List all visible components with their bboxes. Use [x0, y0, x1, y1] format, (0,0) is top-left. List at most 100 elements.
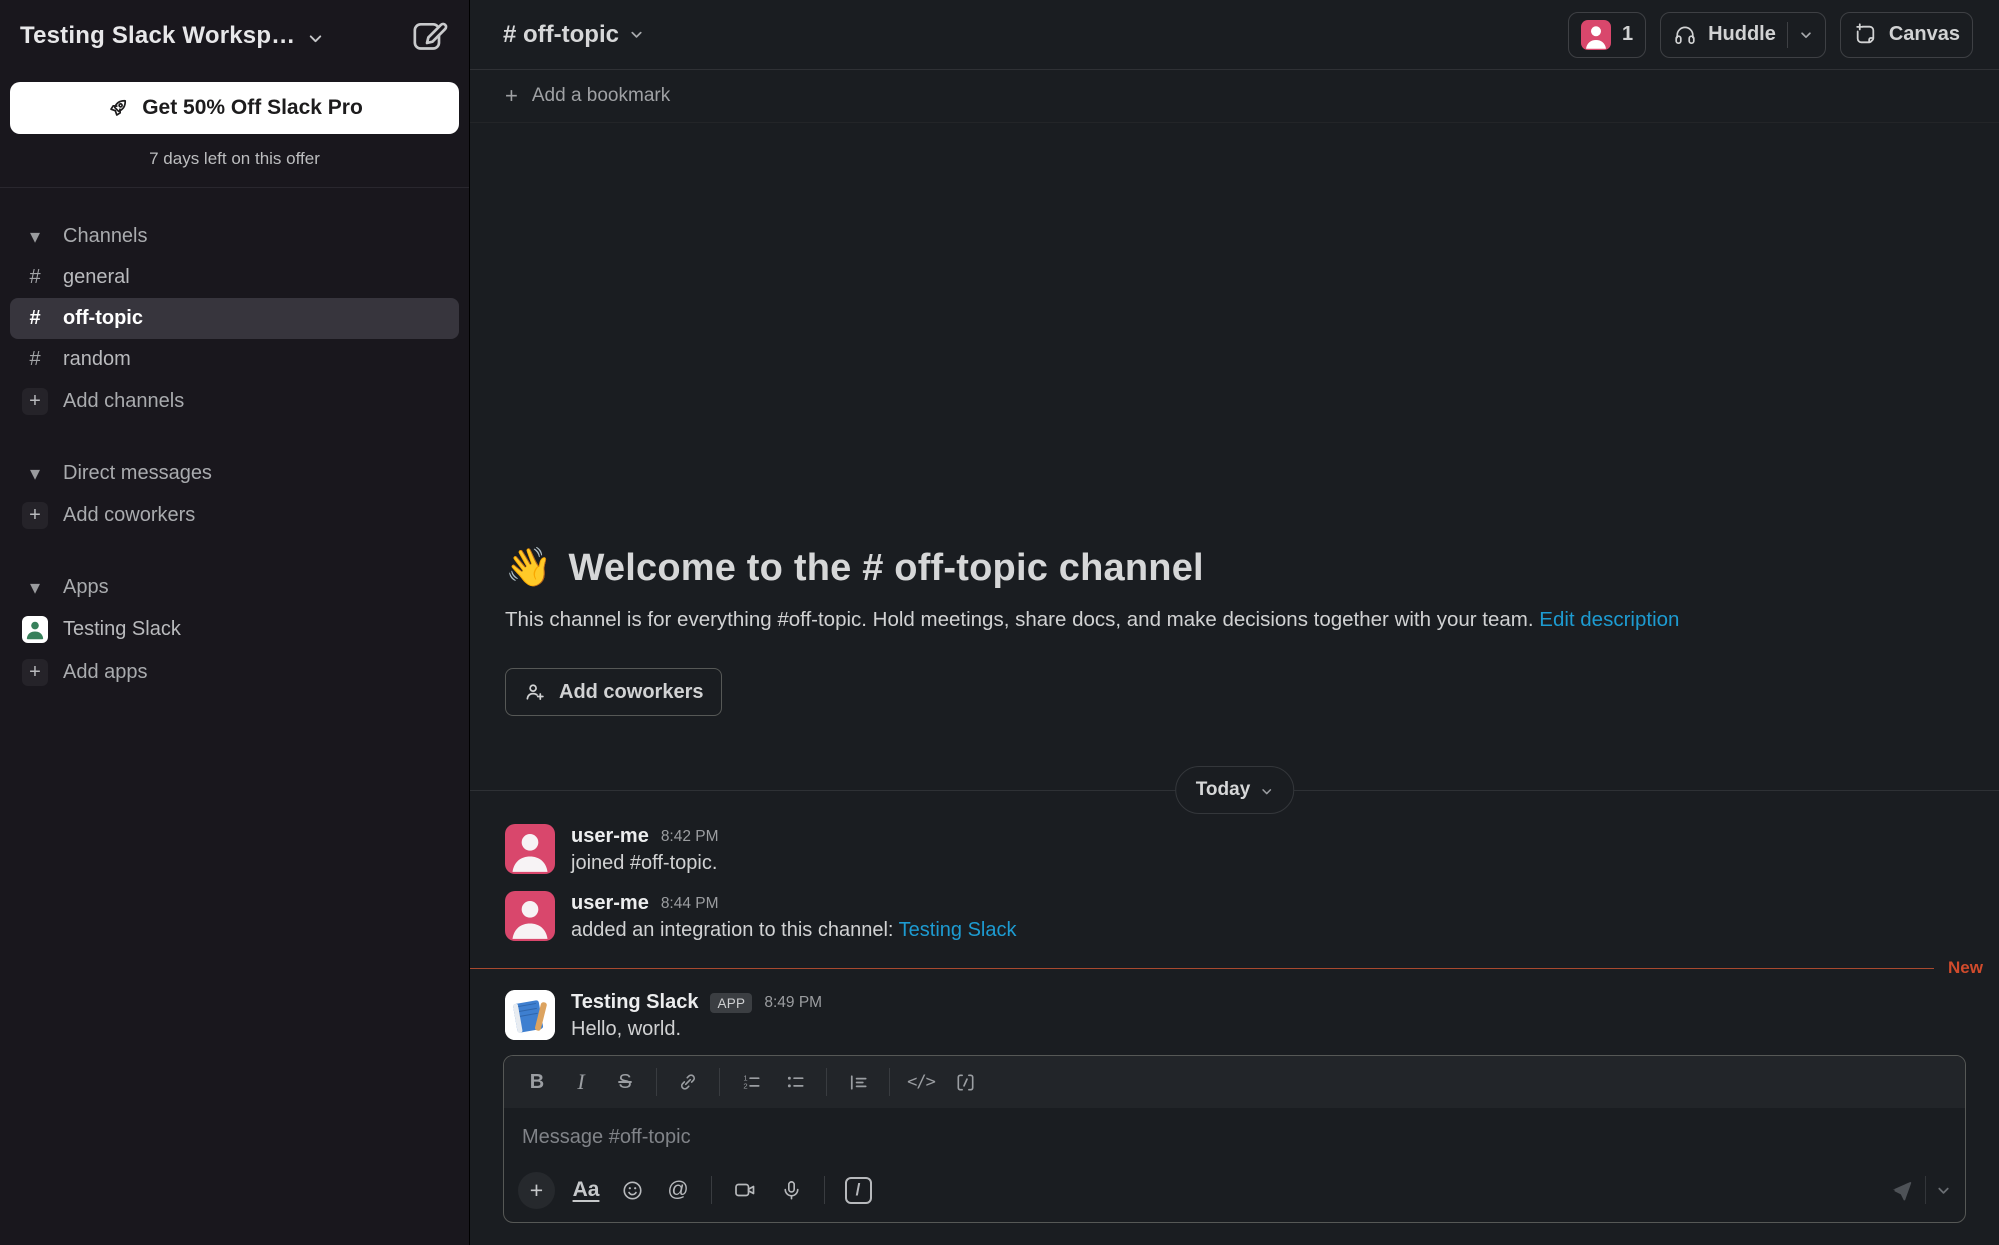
add-coworkers-button[interactable]: Add coworkers — [505, 668, 722, 716]
promo-upgrade-button[interactable]: Get 50% Off Slack Pro — [10, 82, 459, 134]
channel-title-button[interactable]: # off-topic — [503, 21, 644, 49]
workspace-header: Testing Slack Worksp… — [0, 0, 469, 68]
caret-down-icon: ▾ — [22, 575, 48, 600]
message-row: user-me 8:44 PM added an integration to … — [470, 881, 1999, 948]
section-header-channels[interactable]: ▾ Channels — [10, 216, 459, 257]
canvas-button[interactable]: Canvas — [1840, 12, 1973, 58]
app-badge: APP — [710, 993, 752, 1013]
timestamp[interactable]: 8:42 PM — [661, 828, 719, 846]
bulleted-list-button[interactable] — [774, 1063, 816, 1101]
sidebar: Testing Slack Worksp… Get 50% Off Slack … — [0, 0, 470, 1245]
message-header: user-me 8:42 PM — [571, 825, 719, 848]
chevron-down-icon[interactable] — [1799, 28, 1813, 42]
ordered-list-button[interactable]: 12 — [730, 1063, 772, 1101]
message-input[interactable]: Message #off-topic — [522, 1126, 1947, 1154]
member-avatar — [1581, 20, 1611, 50]
new-message-button[interactable] — [405, 12, 453, 60]
link-button[interactable] — [667, 1063, 709, 1101]
hash-icon: # — [22, 266, 48, 289]
send-options-chevron[interactable] — [1936, 1183, 1951, 1198]
sidebar-item-general[interactable]: # general — [10, 257, 459, 298]
toolbar-divider — [824, 1176, 825, 1204]
app-avatar — [22, 616, 48, 643]
italic-button[interactable]: I — [560, 1063, 602, 1101]
huddle-button[interactable]: Huddle — [1660, 12, 1826, 58]
slash-commands-button[interactable]: / — [837, 1170, 879, 1210]
huddle-label: Huddle — [1708, 23, 1776, 46]
channel-welcome: 👋 Welcome to the # off-topic channel Thi… — [470, 546, 1999, 716]
timestamp[interactable]: 8:44 PM — [661, 895, 719, 913]
plus-icon: + — [22, 659, 48, 686]
author-name[interactable]: user-me — [571, 825, 649, 848]
avatar[interactable] — [505, 824, 555, 874]
send-group — [1888, 1176, 1951, 1204]
timestamp[interactable]: 8:49 PM — [764, 994, 822, 1012]
caret-down-icon: ▾ — [22, 461, 48, 486]
blockquote-button[interactable] — [837, 1063, 879, 1101]
section-header-apps[interactable]: ▾ Apps — [10, 567, 459, 608]
slack-app: Testing Slack Worksp… Get 50% Off Slack … — [0, 0, 1999, 1245]
video-clip-button[interactable] — [724, 1170, 766, 1210]
toolbar-divider — [826, 1068, 827, 1096]
emoji-button[interactable] — [611, 1170, 653, 1210]
section-header-direct-messages[interactable]: ▾ Direct messages — [10, 453, 459, 494]
avatar[interactable] — [505, 891, 555, 941]
slash-icon: / — [845, 1177, 872, 1204]
mention-button[interactable]: @ — [657, 1170, 699, 1210]
section-label: Direct messages — [63, 462, 212, 485]
message-row: Testing Slack APP 8:49 PM Hello, world. — [470, 980, 1999, 1047]
member-count: 1 — [1622, 23, 1633, 46]
plus-icon: + — [22, 502, 48, 529]
workspace-switcher[interactable]: Testing Slack Worksp… — [20, 22, 324, 50]
add-apps-button[interactable]: + Add apps — [10, 651, 459, 694]
send-button[interactable] — [1888, 1177, 1915, 1204]
channel-label: random — [63, 348, 131, 371]
new-messages-divider: New — [470, 958, 1999, 978]
show-formatting-button[interactable]: Aa — [565, 1170, 607, 1210]
plus-icon: + — [505, 83, 518, 109]
edit-description-link[interactable]: Edit description — [1539, 608, 1679, 631]
attach-plus-button[interactable]: + — [518, 1172, 555, 1209]
integration-link[interactable]: Testing Slack — [899, 919, 1017, 941]
members-button[interactable]: 1 — [1568, 12, 1646, 58]
author-name[interactable]: user-me — [571, 892, 649, 915]
message-text-part: added an integration to this channel: — [571, 919, 899, 941]
sidebar-item-off-topic[interactable]: # off-topic — [10, 298, 459, 339]
sidebar-item-testing-slack-app[interactable]: Testing Slack — [10, 608, 459, 651]
plus-icon: + — [22, 388, 48, 415]
add-coworkers-button-label: Add coworkers — [559, 681, 703, 704]
date-divider: Today — [470, 766, 1999, 814]
message-content: user-me 8:42 PM joined #off-topic. — [571, 824, 719, 875]
formatting-toolbar: B I S 12 — [504, 1056, 1965, 1108]
svg-text:2: 2 — [743, 1081, 747, 1090]
person-add-icon — [524, 681, 547, 704]
add-bookmark-button[interactable]: + Add a bookmark — [470, 70, 1999, 123]
compose-icon — [409, 16, 449, 56]
composer-action-bar: + Aa @ / — [504, 1166, 1965, 1222]
chevron-down-icon — [629, 27, 644, 42]
add-coworkers-sidebar-button[interactable]: + Add coworkers — [10, 494, 459, 537]
audio-clip-button[interactable] — [770, 1170, 812, 1210]
add-bookmark-label: Add a bookmark — [532, 85, 670, 107]
sidebar-item-random[interactable]: # random — [10, 339, 459, 380]
message-header: Testing Slack APP 8:49 PM — [571, 991, 822, 1014]
toolbar-divider — [711, 1176, 712, 1204]
add-channels-button[interactable]: + Add channels — [10, 380, 459, 423]
wave-emoji: 👋 — [505, 546, 553, 590]
button-divider — [1925, 1176, 1926, 1204]
channel-label: general — [63, 266, 130, 289]
message-composer: B I S 12 — [503, 1055, 1966, 1223]
bold-button[interactable]: B — [516, 1063, 558, 1101]
rocket-icon — [106, 96, 130, 120]
message-content: Testing Slack APP 8:49 PM Hello, world. — [571, 990, 822, 1041]
app-avatar[interactable] — [505, 990, 555, 1040]
channel-header: # off-topic 1 Huddle — [470, 0, 1999, 70]
strikethrough-button[interactable]: S — [604, 1063, 646, 1101]
code-button[interactable]: </> — [900, 1063, 942, 1101]
new-label: New — [1934, 958, 1999, 978]
canvas-label: Canvas — [1889, 23, 1960, 46]
author-name[interactable]: Testing Slack — [571, 991, 698, 1014]
date-pill-button[interactable]: Today — [1175, 766, 1295, 814]
code-block-button[interactable] — [944, 1063, 986, 1101]
header-actions: 1 Huddle Canvas — [1568, 12, 1973, 58]
